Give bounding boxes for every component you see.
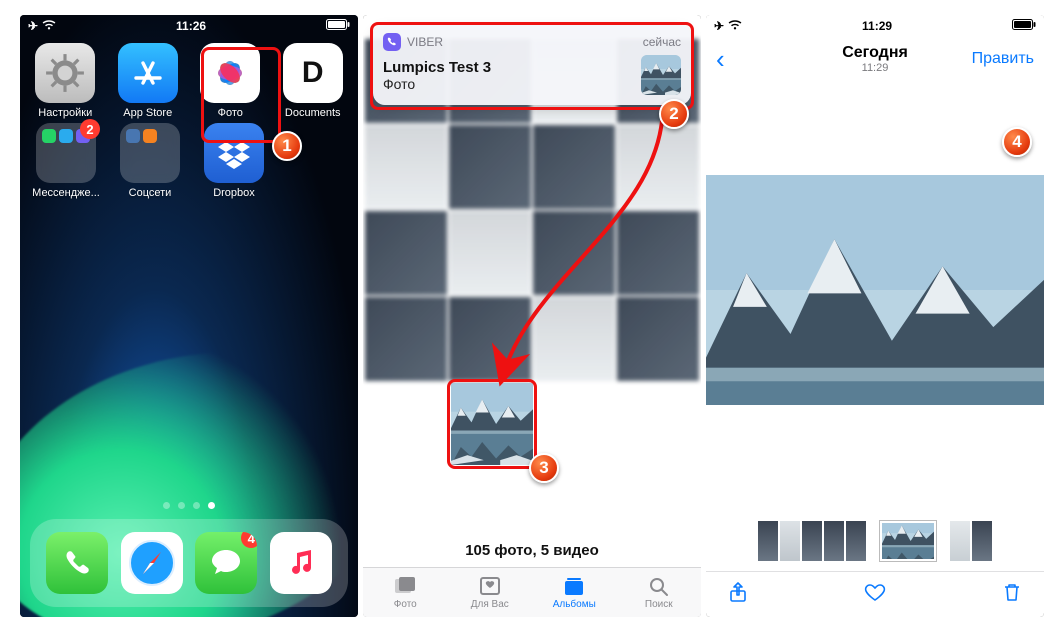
back-button[interactable]: ‹ (716, 44, 725, 75)
dock-music[interactable] (270, 532, 332, 594)
filmstrip-thumb[interactable] (950, 521, 970, 561)
folder-messengers[interactable]: 2 Мессендже... (28, 123, 104, 199)
filmstrip-thumb[interactable] (824, 521, 844, 561)
notification-thumbnail (641, 55, 681, 95)
notification-time: сейчас (643, 35, 681, 49)
badge-messages: 4 (241, 532, 257, 548)
filmstrip-thumb[interactable] (802, 521, 822, 561)
photo-grid-blurred (363, 37, 701, 567)
app-appstore[interactable]: App Store (111, 43, 186, 119)
viber-notification[interactable]: VIBER сейчас Lumpics Test 3 Фото (373, 25, 691, 105)
marker-4: 4 (1002, 127, 1032, 157)
marker-2: 2 (659, 99, 689, 129)
library-count: 105 фото, 5 видео (363, 532, 701, 559)
battery-icon (326, 19, 350, 33)
photo-navbar: ‹ Сегодня 11:29 Править (706, 37, 1044, 81)
filmstrip-thumb[interactable] (780, 521, 800, 561)
filmstrip-thumb[interactable] (758, 521, 778, 561)
status-bar: ✈︎ 11:29 (706, 15, 1044, 37)
wifi-icon (42, 19, 56, 33)
status-time: 11:26 (56, 19, 326, 33)
badge-messengers: 2 (80, 119, 100, 139)
dropbox-icon (204, 123, 264, 183)
dock-messages[interactable]: 4 (195, 532, 257, 594)
tab-foryou[interactable]: Для Вас (448, 568, 533, 617)
notification-title: Lumpics Test 3 (383, 59, 491, 76)
dock: 4 (30, 519, 348, 607)
filmstrip-thumb[interactable] (846, 521, 866, 561)
tab-search[interactable]: Поиск (617, 568, 702, 617)
share-button[interactable] (726, 580, 750, 609)
app-settings[interactable]: Настройки (28, 43, 103, 119)
trash-button[interactable] (1000, 580, 1024, 609)
airplane-icon: ✈︎ (28, 19, 38, 33)
filmstrip[interactable] (706, 519, 1044, 563)
app-dropbox[interactable]: Dropbox (196, 123, 272, 199)
nav-title: Сегодня (842, 44, 908, 62)
photos-icon (200, 43, 260, 103)
edit-button[interactable]: Править (972, 50, 1034, 68)
documents-icon: D (283, 43, 343, 103)
filmstrip-thumb-selected[interactable] (880, 521, 936, 561)
status-bar: ✈︎ 11:26 (20, 15, 358, 37)
photo-detail-view[interactable] (706, 175, 1044, 405)
filmstrip-thumb[interactable] (972, 521, 992, 561)
notification-subtitle: Фото (383, 76, 491, 92)
marker-1: 1 (272, 131, 302, 161)
notification-app-name: VIBER (407, 35, 443, 49)
favorite-button[interactable] (863, 580, 887, 609)
dock-phone[interactable] (46, 532, 108, 594)
settings-icon (35, 43, 95, 103)
appstore-icon (118, 43, 178, 103)
battery-icon (1012, 19, 1036, 33)
wifi-icon (728, 19, 742, 33)
latest-photo-thumb[interactable] (451, 383, 533, 465)
airplane-icon: ✈︎ (714, 19, 724, 33)
page-indicator (20, 502, 358, 509)
photos-tabbar: Фото Для Вас Альбомы Поиск (363, 567, 701, 617)
status-time: 11:29 (742, 19, 1012, 33)
tab-photos[interactable]: Фото (363, 568, 448, 617)
dock-safari[interactable] (121, 532, 183, 594)
nav-subtitle: 11:29 (842, 62, 908, 74)
tab-albums[interactable]: Альбомы (532, 568, 617, 617)
viber-icon (383, 33, 401, 51)
folder-social[interactable]: Соцсети (112, 123, 188, 199)
app-photos[interactable]: Фото (193, 43, 268, 119)
marker-3: 3 (529, 453, 559, 483)
photo-toolbar (706, 571, 1044, 617)
app-documents[interactable]: D Documents (276, 43, 351, 119)
